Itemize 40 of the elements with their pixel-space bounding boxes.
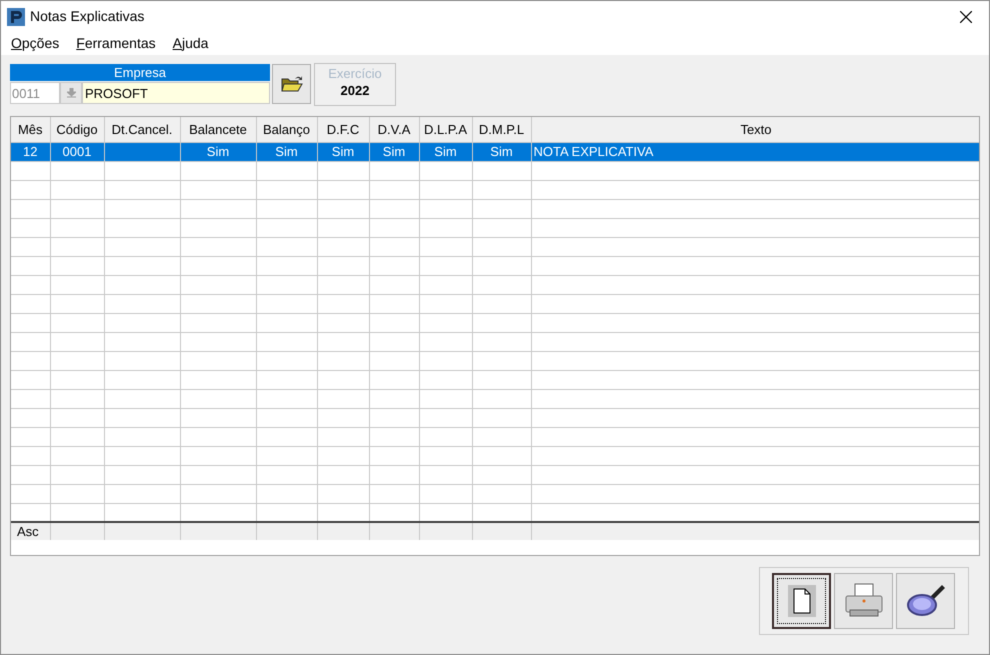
- window-title: Notas Explicativas: [30, 7, 144, 26]
- table-cell: 12: [23, 144, 38, 158]
- menu-item[interactable]: Opções: [11, 33, 60, 54]
- close-icon[interactable]: [960, 10, 972, 22]
- column-header[interactable]: D.L.P.A: [419, 117, 472, 142]
- open-folder-button[interactable]: [272, 64, 311, 104]
- column-header[interactable]: D.F.C: [317, 117, 369, 142]
- search-button[interactable]: [896, 573, 955, 629]
- table-cell: NOTA EXPLICATIVA: [534, 144, 654, 158]
- column-header[interactable]: Balanço: [256, 117, 317, 142]
- magnifier-icon: [906, 583, 946, 619]
- column-header[interactable]: Balancete: [180, 117, 256, 142]
- panel-header: Empresa: [10, 64, 270, 81]
- sort-order-label: Asc: [17, 524, 39, 538]
- table-cell: Sim: [434, 144, 457, 158]
- table-cell: Sim: [332, 144, 354, 158]
- company-name-field[interactable]: PROSOFT: [82, 82, 270, 104]
- table-cell: Sim: [382, 144, 406, 158]
- down-arrow-icon: [66, 88, 76, 98]
- column-header[interactable]: Código: [50, 117, 104, 142]
- menu-item[interactable]: Ferramentas: [76, 33, 156, 54]
- menu-item[interactable]: Ajuda: [172, 33, 208, 54]
- table-cell: Sim: [490, 144, 513, 158]
- table-cell: Sim: [206, 144, 230, 158]
- column-header[interactable]: Mês: [11, 117, 50, 142]
- app-logo-icon: [7, 8, 25, 26]
- folder-icon: [280, 75, 302, 93]
- year-label: Exercício: [328, 66, 382, 81]
- table-row[interactable]: 12 0001 Sim Sim Sim Sim Sim Sim NOTA EXPLICATIVA: [11, 142, 979, 161]
- column-header[interactable]: Texto: [531, 117, 979, 142]
- table-cell: 0001: [62, 144, 92, 158]
- column-header[interactable]: Dt.Cancel.: [104, 117, 180, 142]
- year-value: 2022: [340, 82, 370, 100]
- new-button[interactable]: [772, 573, 831, 629]
- table-cell: Sim: [275, 144, 298, 158]
- printer-icon: [844, 583, 884, 619]
- print-button[interactable]: [834, 573, 893, 629]
- column-header[interactable]: D.V.A: [369, 117, 419, 142]
- column-header[interactable]: D.M.P.L: [472, 117, 531, 142]
- new-document-icon: [788, 585, 816, 617]
